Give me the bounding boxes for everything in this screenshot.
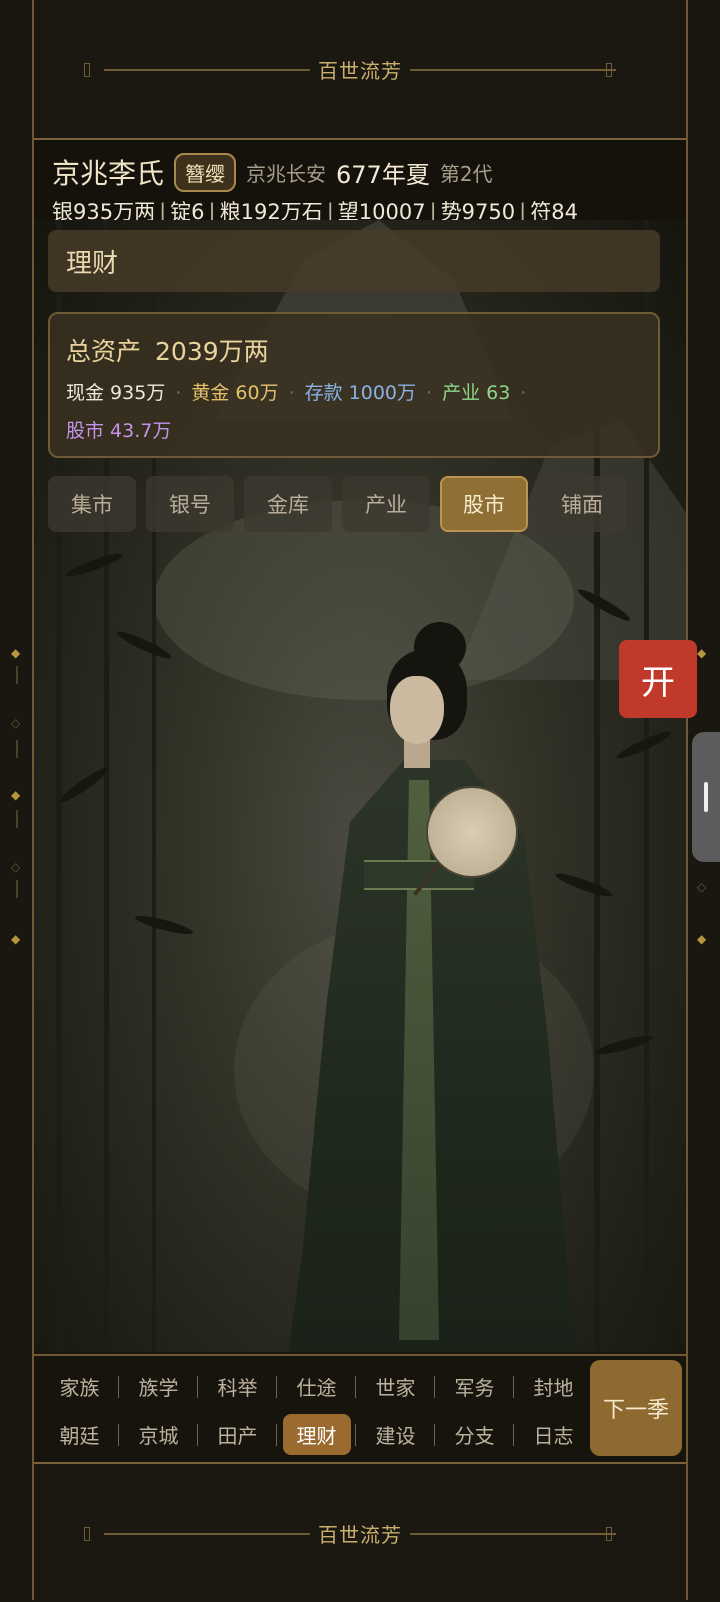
nav-label: 建设 <box>375 1423 416 1448</box>
asset-cash: 现金 935万 <box>66 382 166 404</box>
nav-label: 朝廷 <box>59 1423 100 1448</box>
nav-farmland[interactable]: 田产 <box>198 1410 277 1458</box>
nav-label: 科举 <box>217 1375 258 1400</box>
nav-label: 世家 <box>375 1375 416 1400</box>
nav-construction[interactable]: 建设 <box>356 1410 435 1458</box>
panel-title: 理财 <box>48 230 660 292</box>
ornament-line <box>16 740 18 758</box>
nav-label: 家族 <box>59 1375 100 1400</box>
total-value: 2039万两 <box>155 337 269 366</box>
clan-name: 京兆李氏 <box>52 157 165 190</box>
asset-gold: 黄金 60万 <box>191 382 279 404</box>
banner-title: 百世流芳 <box>310 54 410 84</box>
bamboo-leaf <box>133 912 195 938</box>
nav-label: 军务 <box>454 1375 495 1400</box>
bamboo-leaf <box>114 627 174 663</box>
diamond-ornament: ◆ <box>11 788 21 802</box>
tab-market[interactable]: 集市 <box>48 476 136 532</box>
assets-card: 总资产 2039万两 现金 935万 · 黄金 60万 · 存款 1000万 · 产业 63 ·… <box>48 312 660 458</box>
tab-bank[interactable]: 银号 <box>146 476 234 532</box>
bottom-nav: 家族 族学 科举 仕途 世家 军务 封地 朝廷 京城 田产 理财 建设 分支 日… <box>34 1354 686 1464</box>
assets-line-1: 现金 935万 · 黄金 60万 · 存款 1000万 · 产业 63 · <box>66 382 527 404</box>
nav-court[interactable]: 朝廷 <box>40 1410 119 1458</box>
finance-tabs: 集市 银号 金库 产业 股市 铺面 <box>48 476 626 532</box>
nav-finance[interactable]: 理财 <box>277 1410 356 1458</box>
tab-treasury[interactable]: 金库 <box>244 476 332 532</box>
open-button[interactable]: 开 <box>619 640 697 718</box>
nav-branches[interactable]: 分支 <box>435 1410 514 1458</box>
diamond-outline-ornament: ◇ <box>11 716 21 730</box>
bottom-banner: 百世流芳 <box>34 1462 686 1602</box>
next-season-button[interactable]: 下一季 <box>590 1360 682 1456</box>
total-label: 总资产 <box>66 337 142 366</box>
diamond-ornament: ◆ <box>11 932 21 946</box>
scene-painting: 理财 总资产 2039万两 现金 935万 · 黄金 60万 · 存款 1000万 · 产业 … <box>34 220 686 1352</box>
nav-capital[interactable]: 京城 <box>119 1410 198 1458</box>
banner-line-right <box>408 1533 616 1535</box>
diamond-ornament: ◆ <box>11 646 21 660</box>
asset-deposit: 存款 1000万 <box>304 382 417 404</box>
nav-label: 日志 <box>533 1423 574 1448</box>
banner-cap-right <box>606 1527 612 1541</box>
nav-label: 理财 <box>282 1413 351 1455</box>
nav-family[interactable]: 家族 <box>40 1362 119 1410</box>
rank-badge: 簪缨 <box>174 152 237 192</box>
nav-label: 仕途 <box>296 1375 337 1400</box>
generation: 第2代 <box>439 161 493 186</box>
total-assets: 总资产 2039万两 <box>66 332 269 368</box>
ornament-line <box>16 880 18 898</box>
banner-line-left <box>104 1533 344 1535</box>
handle-grip-icon <box>704 782 708 812</box>
banner-title: 百世流芳 <box>310 1518 410 1548</box>
game-date: 677年夏 <box>336 160 430 189</box>
side-drawer-handle[interactable] <box>692 732 720 862</box>
banner-cap-right <box>606 63 612 77</box>
asset-stock: 股市 43.7万 <box>66 420 172 442</box>
banner-cap-left <box>84 63 90 77</box>
nav-career[interactable]: 仕途 <box>277 1362 356 1410</box>
nav-fief[interactable]: 封地 <box>514 1362 593 1410</box>
top-banner: 百世流芳 <box>34 0 686 140</box>
asset-industry: 产业 63 <box>442 382 511 404</box>
nav-noble-families[interactable]: 世家 <box>356 1362 435 1410</box>
face <box>390 676 444 744</box>
tab-stocks[interactable]: 股市 <box>440 476 528 532</box>
diamond-ornament: ◆ <box>697 646 707 660</box>
nav-label: 京城 <box>138 1423 179 1448</box>
bamboo-leaf <box>64 550 124 580</box>
nav-label: 田产 <box>217 1423 258 1448</box>
clan-place: 京兆长安 <box>246 161 327 186</box>
diamond-outline-ornament: ◇ <box>11 860 21 874</box>
nav-military[interactable]: 军务 <box>435 1362 514 1410</box>
status-header: 京兆李氏 簪缨 京兆长安 677年夏 第2代 银935万两 | 锭6 | 粮192万石 |… <box>34 140 686 224</box>
nav-log[interactable]: 日志 <box>514 1410 593 1458</box>
diamond-ornament: ◆ <box>697 932 707 946</box>
assets-line-2: 股市 43.7万 <box>66 416 171 443</box>
banner-line-right <box>408 69 616 71</box>
nav-label: 族学 <box>138 1375 179 1400</box>
tab-industry[interactable]: 产业 <box>342 476 430 532</box>
nav-label: 封地 <box>533 1375 574 1400</box>
diamond-outline-ornament: ◇ <box>697 880 707 894</box>
round-fan <box>426 786 518 878</box>
bamboo-leaf <box>554 870 614 900</box>
frame-right-line <box>686 0 688 1600</box>
nav-label: 分支 <box>454 1423 495 1448</box>
nav-exam[interactable]: 科举 <box>198 1362 277 1410</box>
tab-shops[interactable]: 铺面 <box>538 476 626 532</box>
nav-school[interactable]: 族学 <box>119 1362 198 1410</box>
ornament-line <box>16 810 18 828</box>
ornament-line <box>16 666 18 684</box>
banner-cap-left <box>84 1527 90 1541</box>
banner-line-left <box>104 69 344 71</box>
